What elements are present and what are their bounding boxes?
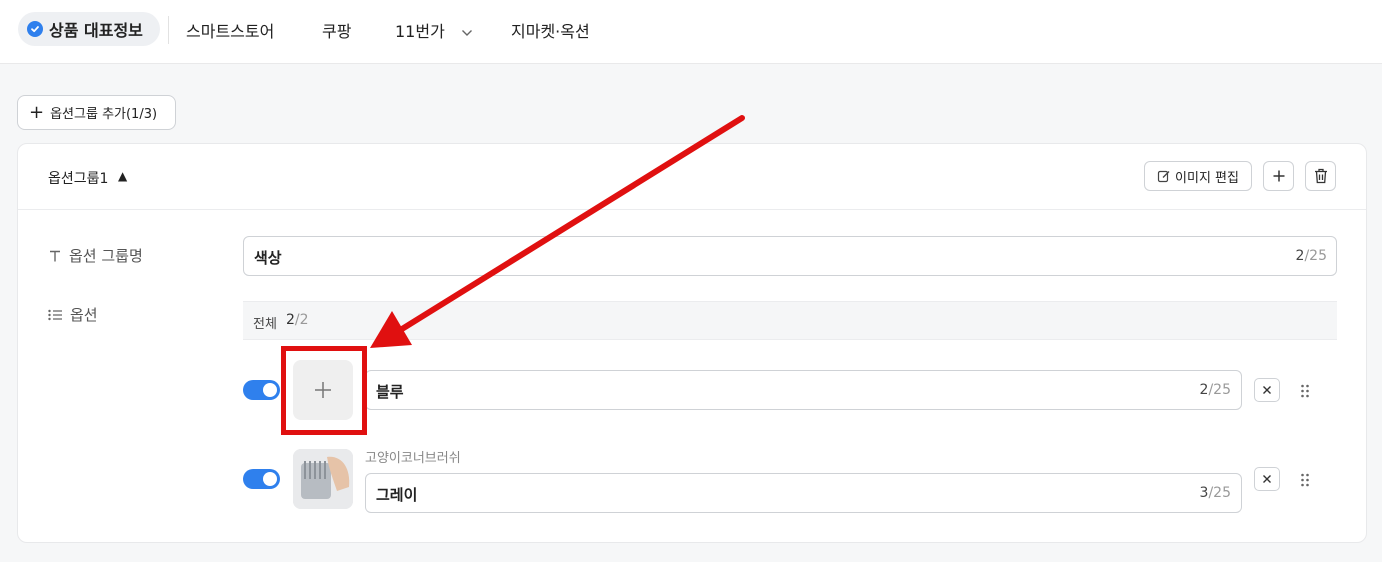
option-value-input[interactable]: 블루 2/25 [365, 370, 1242, 410]
option-toggle[interactable] [243, 469, 280, 489]
drag-handle-icon[interactable] [1300, 383, 1310, 402]
char-counter: 2/25 [1199, 382, 1231, 398]
option-group-header: 옵션그룹1 ▲ 이미지 편집 [18, 144, 1366, 210]
collapse-caret-icon[interactable]: ▲ [118, 169, 127, 183]
tab-gmarket-auction[interactable]: 지마켓·옥션 [511, 18, 590, 42]
drag-handle-icon[interactable] [1300, 472, 1310, 491]
option-group-name-input[interactable]: 색상 2/25 [243, 236, 1337, 276]
options-all-label: 전체 [253, 317, 277, 332]
option-toggle[interactable] [243, 380, 280, 400]
option-value: 블루 [376, 383, 404, 401]
chevron-down-icon[interactable] [461, 22, 473, 41]
add-option-button[interactable] [1263, 161, 1294, 191]
remove-option-button[interactable] [1254, 378, 1280, 402]
char-counter: 2/25 [1295, 248, 1327, 264]
options-label: 옵션 [48, 304, 98, 325]
options-count: 2/2 [286, 312, 309, 328]
option-value-input[interactable]: 그레이 3/25 [365, 473, 1242, 513]
option-caption: 고양이코너브러쉬 [365, 451, 461, 466]
options-header: 전체 2/2 [243, 301, 1337, 340]
trash-icon [1314, 168, 1328, 184]
add-option-group-label: 옵션그룹 추가(1/3) [50, 107, 158, 122]
product-thumbnail[interactable] [293, 449, 353, 509]
tab-11st[interactable]: 11번가 [395, 18, 445, 42]
text-icon [50, 250, 60, 261]
tab-divider [168, 16, 169, 44]
tab-smartstore[interactable]: 스마트스토어 [186, 18, 274, 42]
edit-image-button[interactable]: 이미지 편집 [1144, 161, 1252, 191]
tab-coupang[interactable]: 쿠팡 [322, 18, 351, 42]
close-icon [1263, 475, 1271, 483]
option-group-card: 옵션그룹1 ▲ 이미지 편집 옵션 그룹명 색상 2/25 옵션 전체 2/2 … [17, 143, 1367, 543]
tab-product-main-info[interactable]: 상품 대표정보 [18, 12, 160, 46]
add-option-group-button[interactable]: + 옵션그룹 추가(1/3) [17, 95, 176, 130]
check-badge-icon [27, 21, 43, 37]
annotation-highlight-box [281, 346, 367, 435]
remove-option-button[interactable] [1254, 467, 1280, 491]
edit-icon [1157, 169, 1171, 183]
option-group-name-value: 색상 [254, 249, 282, 267]
close-icon [1263, 386, 1271, 394]
plus-icon: + [29, 101, 45, 123]
edit-image-label: 이미지 편집 [1175, 170, 1239, 186]
plus-icon [1272, 169, 1286, 183]
char-counter: 3/25 [1199, 485, 1231, 501]
option-value: 그레이 [376, 486, 418, 504]
top-tab-bar: 상품 대표정보 스마트스토어 쿠팡 11번가 지마켓·옥션 [0, 0, 1382, 64]
delete-group-button[interactable] [1305, 161, 1336, 191]
option-group-title[interactable]: 옵션그룹1 [48, 168, 108, 188]
option-group-name-label: 옵션 그룹명 [48, 245, 143, 266]
list-icon [48, 309, 62, 320]
tab-product-main-info-label: 상품 대표정보 [49, 21, 143, 40]
